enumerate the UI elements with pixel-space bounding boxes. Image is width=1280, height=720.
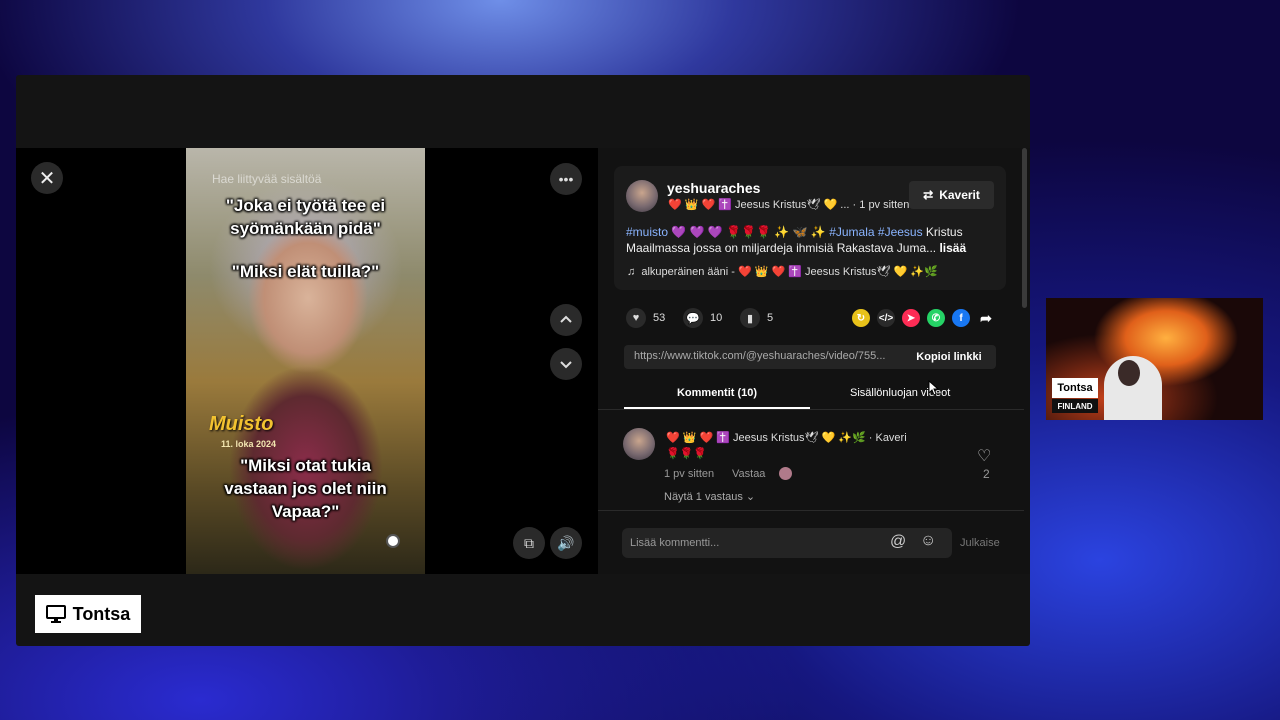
- next-video-button[interactable]: [550, 348, 582, 380]
- tab-comments[interactable]: Kommentit (10): [624, 387, 810, 399]
- post-time: · 1 pv sitten: [852, 199, 910, 211]
- commenter-avatar[interactable]: [623, 428, 655, 460]
- comment-button[interactable]: 💬 10: [683, 308, 722, 328]
- monitor-icon: [45, 605, 66, 623]
- comment-like-button[interactable]: ♡: [977, 446, 991, 466]
- webcam-country: FINLAND: [1052, 399, 1098, 413]
- embed-icon: </>: [878, 312, 894, 324]
- compose-divider: [598, 510, 1024, 511]
- send-icon: ➤: [906, 312, 916, 324]
- bookmark-icon: ▮: [740, 308, 760, 328]
- chevron-up-icon: [560, 315, 572, 323]
- send-share-button[interactable]: ➤: [902, 309, 920, 327]
- webcam-name: Tontsa: [1052, 378, 1098, 398]
- repost-icon: ↻: [856, 312, 866, 324]
- whatsapp-share-button[interactable]: ✆: [927, 309, 945, 327]
- comment-author[interactable]: ❤️ 👑 ❤️ ✝️ Jeesus Kristus🕊 💛 ✨🌿 · Kaveri: [666, 431, 907, 444]
- heart-icon: ♥: [626, 308, 646, 328]
- share-arrow-icon: ➦: [980, 309, 992, 326]
- at-icon: @: [890, 533, 907, 550]
- more-link[interactable]: lisää: [939, 241, 966, 255]
- pip-button[interactable]: ⧉: [513, 527, 545, 559]
- friends-button[interactable]: ⇄ Kaverit: [909, 181, 994, 209]
- mention-button[interactable]: @: [890, 533, 906, 551]
- tabs-divider: [598, 409, 1024, 410]
- video-caption-1: "Joka ei työtä tee ei syömänkään pidä": [225, 196, 386, 238]
- comment-like-count: 2: [983, 467, 990, 481]
- picture-in-picture-icon: ⧉: [524, 534, 534, 551]
- video-search-overlay: Hae liittyvää sisältöä: [212, 172, 322, 186]
- close-button[interactable]: ✕: [31, 162, 63, 194]
- close-icon: ✕: [38, 167, 56, 190]
- webcam-overlay: Tontsa FINLAND: [1046, 298, 1263, 420]
- volume-button[interactable]: 🔊: [550, 527, 582, 559]
- video-caption-3: "Miksi otat tukia vastaan jos olet niin …: [224, 456, 387, 521]
- music-note-icon: ♫: [627, 266, 636, 278]
- publish-button[interactable]: Julkaise: [960, 537, 1000, 549]
- more-share-button[interactable]: ➦: [977, 309, 995, 327]
- comment-text: 🌹🌹🌹: [666, 448, 708, 460]
- sound-name: alkuperäinen ääni - ❤️ 👑 ❤️ ✝️ Jeesus Kr…: [641, 266, 938, 278]
- view-replies-button[interactable]: Näytä 1 vastaus ⌄: [664, 490, 755, 503]
- whatsapp-icon: ✆: [931, 312, 941, 324]
- video-player[interactable]: Hae liittyvää sisältöä "Joka ei työtä te…: [186, 148, 425, 574]
- ellipsis-icon: •••: [558, 171, 574, 187]
- mouse-cursor-icon: [928, 380, 940, 396]
- video-muisto-label: Muisto: [209, 413, 274, 435]
- sound-row[interactable]: ♫ alkuperäinen ääni - ❤️ 👑 ❤️ ✝️ Jeesus …: [627, 265, 938, 278]
- video-date: 11. loka 2024: [221, 439, 277, 449]
- previous-video-button[interactable]: [550, 304, 582, 336]
- smiley-icon: ☺: [920, 532, 937, 549]
- more-options-button[interactable]: •••: [550, 163, 582, 195]
- facebook-share-button[interactable]: f: [952, 309, 970, 327]
- comment-input-placeholder: Lisää kommentti...: [630, 537, 720, 549]
- save-button[interactable]: ▮ 5: [740, 308, 773, 328]
- embed-share-button[interactable]: </>: [877, 309, 895, 327]
- swap-icon: ⇄: [923, 188, 934, 202]
- video-dot: [386, 534, 400, 548]
- comment-icon: 💬: [683, 308, 703, 328]
- creator-like-avatar: [779, 467, 792, 480]
- brand-name: Tontsa: [72, 603, 131, 624]
- hashtag-jumala[interactable]: #Jumala: [829, 225, 874, 239]
- reply-button[interactable]: Vastaa: [732, 468, 765, 480]
- chevron-down-icon: [560, 361, 572, 369]
- comment-count: 10: [710, 312, 723, 324]
- volume-icon: 🔊: [557, 534, 575, 551]
- heart-outline-icon: ♡: [977, 448, 992, 465]
- desc-emoji: 💜 💜 💜 🌹🌹🌹 ✨ 🦋 ✨: [668, 225, 830, 239]
- hashtag-muisto[interactable]: #muisto: [626, 225, 668, 239]
- author-display-name[interactable]: ❤️ 👑 ❤️ ✝️ Jeesus Kristus🕊 💛 ...: [668, 199, 849, 211]
- repost-share-button[interactable]: ↻: [852, 309, 870, 327]
- copy-link-button[interactable]: Kopioi linkki: [902, 345, 996, 369]
- author-subline: ❤️ 👑 ❤️ ✝️ Jeesus Kristus🕊 💛 ... · 1 pv …: [668, 198, 909, 211]
- hashtag-jeesus[interactable]: #Jeesus: [878, 225, 923, 239]
- post-description: #muisto 💜 💜 💜 🌹🌹🌹 ✨ 🦋 ✨ #Jumala #Jeesus …: [626, 224, 996, 256]
- emoji-button[interactable]: ☺: [920, 532, 936, 550]
- panel-scrollbar[interactable]: [1022, 148, 1027, 308]
- video-link[interactable]: https://www.tiktok.com/@yeshuaraches/vid…: [634, 350, 885, 362]
- video-caption-2: "Miksi elät tuilla?": [231, 262, 380, 281]
- comment-time: 1 pv sitten: [664, 468, 715, 480]
- like-count: 53: [653, 312, 666, 324]
- brand-badge: Tontsa: [35, 595, 141, 633]
- webcam-person-head: [1118, 360, 1140, 386]
- facebook-icon: f: [959, 312, 963, 324]
- author-username[interactable]: yeshuaraches: [667, 180, 760, 196]
- friends-button-label: Kaverit: [939, 188, 980, 202]
- save-count: 5: [767, 312, 774, 324]
- like-button[interactable]: ♥ 53: [626, 308, 665, 328]
- author-avatar[interactable]: [626, 180, 658, 212]
